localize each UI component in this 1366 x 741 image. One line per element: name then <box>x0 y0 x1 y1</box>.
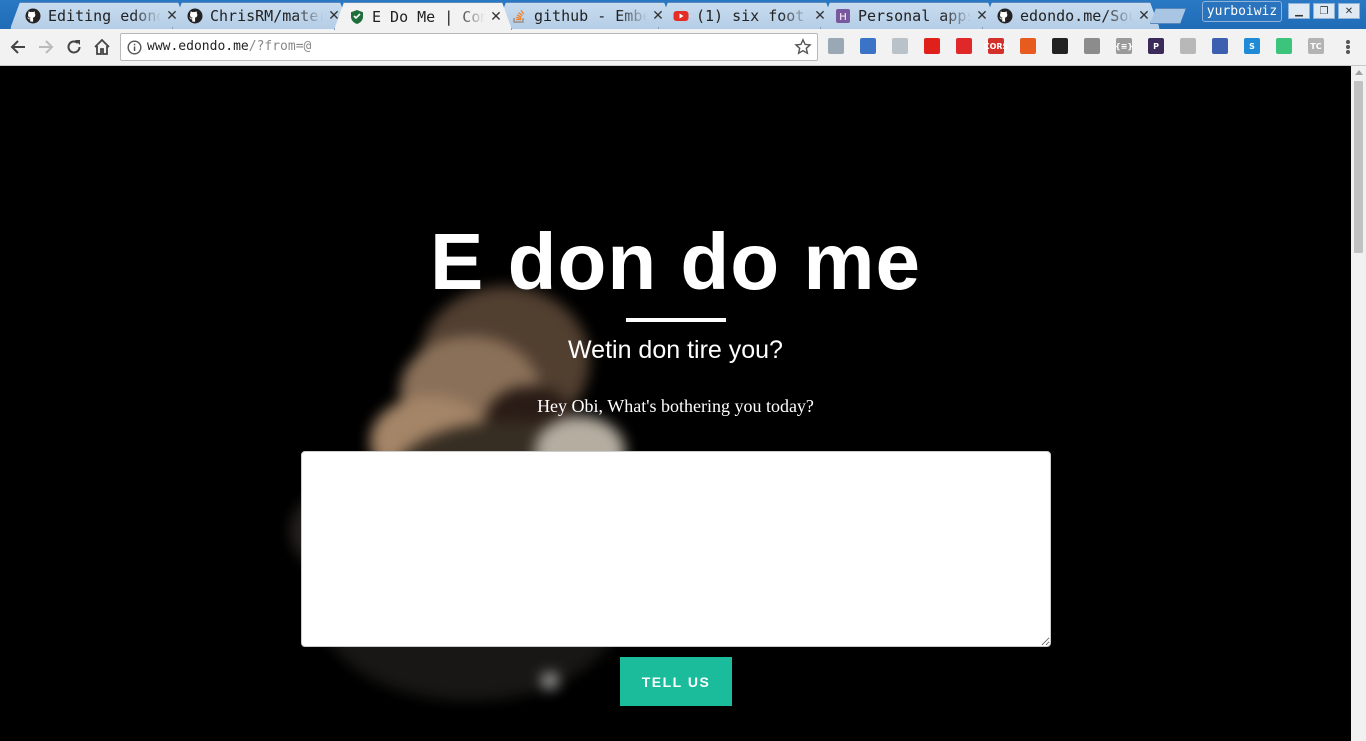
tab-title: ChrisRM/material <box>210 7 323 25</box>
ext-p-icon[interactable]: P <box>1148 38 1164 54</box>
page-title: E don do me <box>430 217 921 306</box>
ext-tc-icon[interactable]: TC <box>1308 38 1324 54</box>
browser-tab[interactable]: (1) six foot ✕ <box>658 2 836 29</box>
browser-tab[interactable]: H Personal apps ✕ <box>820 2 998 29</box>
address-bar[interactable]: www.edondo.me/?from=@ <box>120 33 818 61</box>
youtube-icon <box>673 8 689 24</box>
browser-tab[interactable]: edondo.me/Source✕ <box>982 2 1160 29</box>
ext-block-icon[interactable] <box>1212 38 1228 54</box>
ext-cube-icon[interactable] <box>892 38 908 54</box>
browser-tab[interactable]: E Do Me | Complain✕ <box>334 2 512 30</box>
info-icon[interactable] <box>127 40 142 55</box>
home-button[interactable] <box>92 37 112 57</box>
menu-dot <box>1346 50 1350 54</box>
title-divider <box>626 318 726 322</box>
tab-close-icon[interactable]: ✕ <box>1137 8 1151 24</box>
chrome-menu-button[interactable] <box>1339 38 1357 56</box>
ext-globe-icon[interactable] <box>860 38 876 54</box>
browser-tab[interactable]: ChrisRM/material✕ <box>172 2 350 29</box>
restore-icon: ❐ <box>1319 5 1329 17</box>
profile-button[interactable]: yurboiwiz <box>1202 1 1282 22</box>
restore-button[interactable]: ❐ <box>1313 3 1335 19</box>
tab-title: (1) six foot <box>696 7 805 25</box>
tab-title: Personal apps <box>858 7 971 25</box>
tab-title: Editing edondo.me <box>48 7 161 25</box>
reload-button[interactable] <box>64 37 84 57</box>
close-window-button[interactable]: ✕ <box>1338 3 1360 19</box>
greeting-prompt: Hey Obi, What's bothering you today? <box>537 396 814 416</box>
github-icon <box>187 8 203 24</box>
menu-dot <box>1346 40 1350 44</box>
complaint-textarea[interactable] <box>301 451 1051 647</box>
bookmark-star-icon[interactable] <box>794 38 812 56</box>
ext-cors-icon[interactable]: CORS <box>984 38 1008 54</box>
ext-opera-icon[interactable] <box>924 38 940 54</box>
browser-tab[interactable]: Editing edondo.me✕ <box>10 2 188 29</box>
stackoverflow-icon <box>511 8 527 24</box>
browser-toolbar: www.edondo.me/?from=@ CORS {≡} P S TC <box>0 29 1366 66</box>
page-subtitle: Wetin don tire you? <box>568 336 783 364</box>
svg-text:H: H <box>839 12 847 23</box>
tab-title: E Do Me | Complain <box>372 7 485 26</box>
close-icon: ✕ <box>1344 5 1354 17</box>
tell-us-button[interactable]: Tell us <box>620 657 732 706</box>
scroll-up-arrow[interactable] <box>1355 70 1363 75</box>
ext-hexagon-icon[interactable] <box>1084 38 1100 54</box>
tab-title: edondo.me/Source <box>1020 7 1133 25</box>
ext-office-icon[interactable] <box>1020 38 1036 54</box>
page-content: E don do me Wetin don tire you? Hey Obi,… <box>0 66 1351 741</box>
minimize-button[interactable]: ▁ <box>1288 3 1310 19</box>
tab-title: github - Embed <box>534 7 647 25</box>
github-icon <box>997 8 1013 24</box>
ext-chat-icon[interactable] <box>1276 38 1292 54</box>
page-scrollbar[interactable] <box>1351 66 1366 741</box>
shield-icon <box>349 9 365 25</box>
menu-dot <box>1346 45 1350 49</box>
scrollbar-thumb[interactable] <box>1354 81 1363 253</box>
new-tab-button[interactable] <box>1150 8 1186 24</box>
home-icon <box>94 38 110 55</box>
heroku-icon: H <box>835 8 851 24</box>
github-icon <box>25 8 41 24</box>
back-button[interactable] <box>8 37 28 57</box>
forward-button[interactable] <box>36 37 56 57</box>
browser-tab-strip: Editing edondo.me✕ChrisRM/material✕E Do … <box>0 0 1366 29</box>
url-text: www.edondo.me/?from=@ <box>147 39 312 54</box>
arrow-right-icon <box>39 40 54 54</box>
arrow-left-icon <box>10 40 25 54</box>
tab-close-icon[interactable]: ✕ <box>489 9 503 25</box>
ext-search-icon[interactable] <box>1180 38 1196 54</box>
minimize-icon: ▁ <box>1295 5 1303 17</box>
ext-gnome-icon[interactable] <box>1052 38 1068 54</box>
reload-icon <box>67 40 81 54</box>
ext-json-icon[interactable]: {≡} <box>1115 38 1133 54</box>
ext-shield-icon[interactable] <box>828 38 844 54</box>
ext-flipboard-icon[interactable] <box>956 38 972 54</box>
browser-tab[interactable]: github - Embed✕ <box>496 2 674 29</box>
ext-s-icon[interactable]: S <box>1244 38 1260 54</box>
